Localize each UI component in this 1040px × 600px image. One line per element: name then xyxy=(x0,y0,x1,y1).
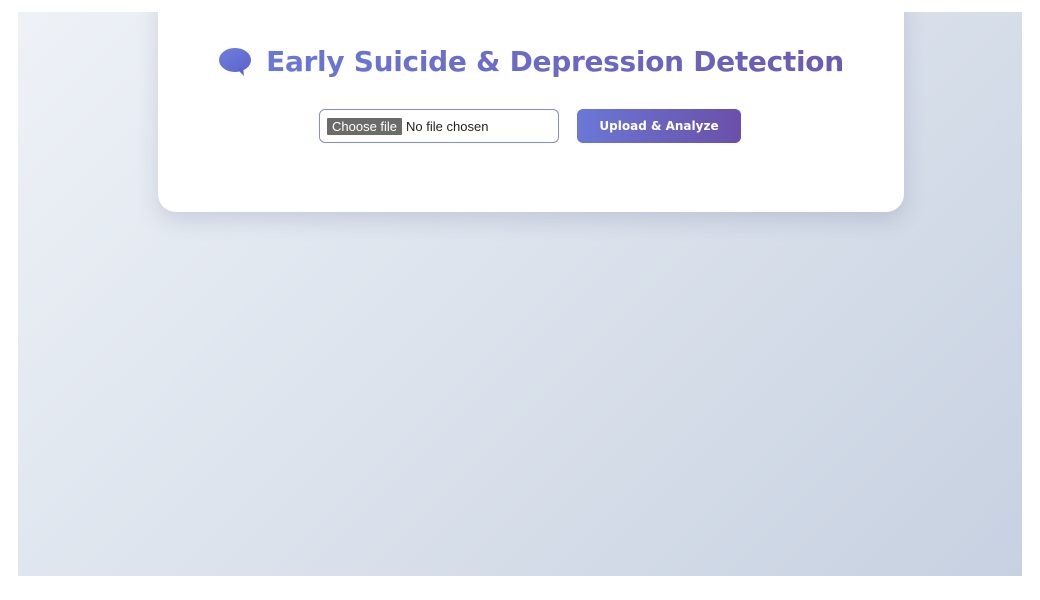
upload-analyze-button[interactable]: Upload & Analyze xyxy=(577,109,741,143)
choose-file-button[interactable]: Choose file xyxy=(327,117,403,135)
page-title: Early Suicide & Depression Detection xyxy=(266,45,844,78)
speech-bubble-icon xyxy=(218,47,252,77)
page-background: Early Suicide & Depression Detection Cho… xyxy=(18,12,1022,576)
upload-form: Choose file No file chosen Upload & Anal… xyxy=(319,109,741,143)
file-status-text: No file chosen xyxy=(406,118,489,134)
file-input[interactable]: Choose file No file chosen xyxy=(319,109,559,143)
main-card: Early Suicide & Depression Detection Cho… xyxy=(158,12,904,212)
header: Early Suicide & Depression Detection xyxy=(158,45,904,78)
